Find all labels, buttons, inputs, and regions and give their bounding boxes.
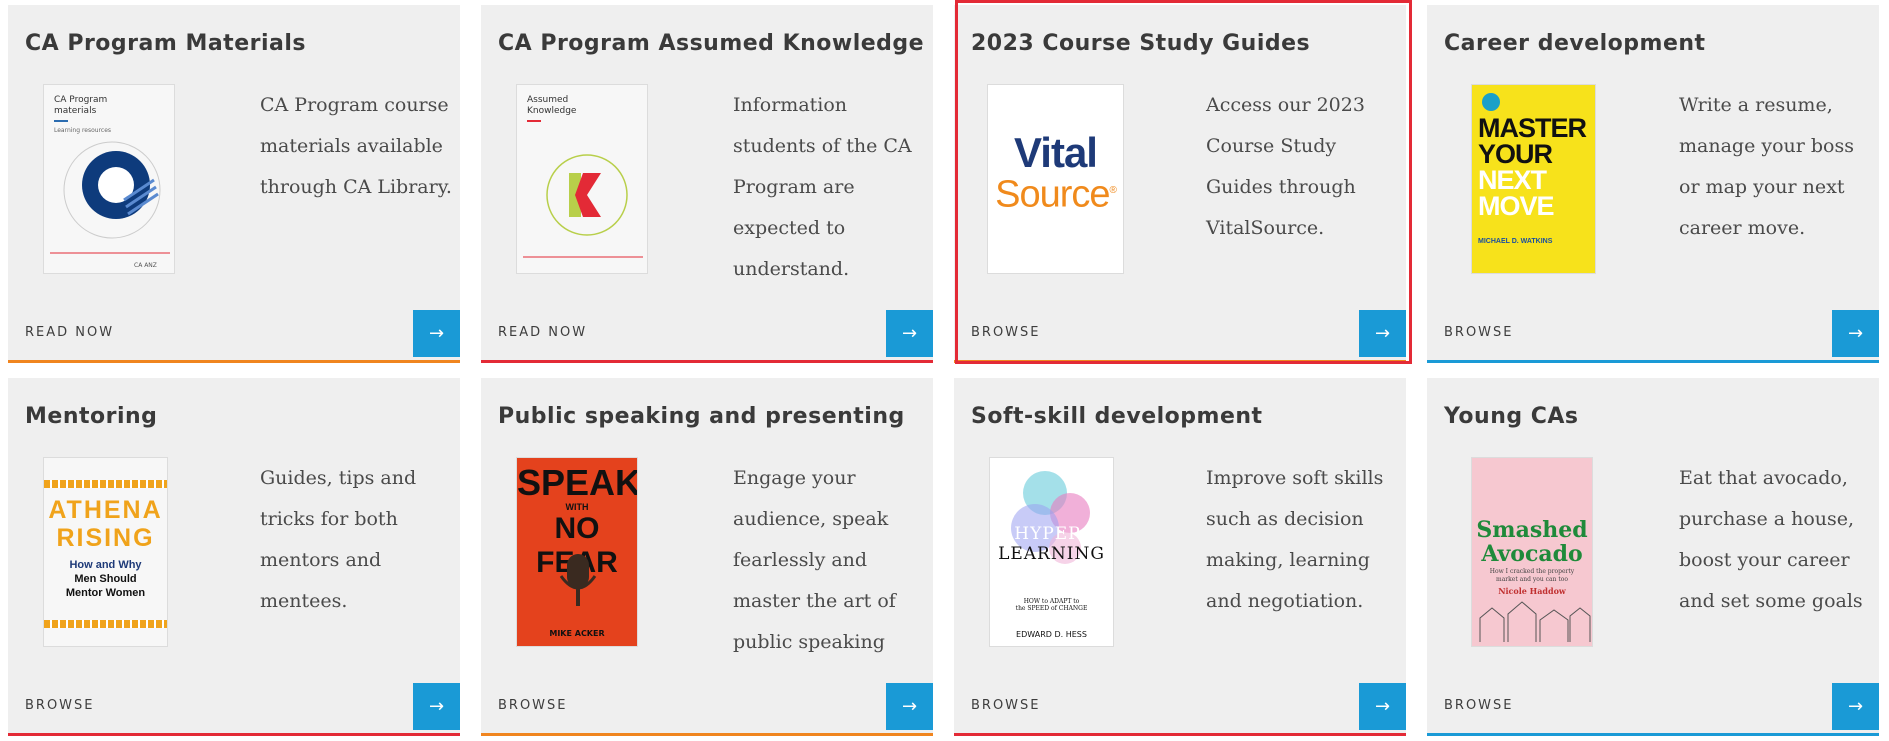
- greek-key-border: [44, 620, 167, 628]
- card-title[interactable]: CA Program Assumed Knowledge: [498, 31, 924, 56]
- card-arrow-button[interactable]: →: [1359, 310, 1406, 357]
- card-description: Eat that avocado, purchase a house, boos…: [1679, 467, 1863, 612]
- card-thumbnail[interactable]: Vital Source®: [987, 84, 1124, 274]
- houses-illustration: [1479, 601, 1591, 642]
- vitalsource-logo: Vital Source®: [995, 129, 1117, 216]
- card-thumbnail[interactable]: MASTER YOUR NEXT MOVE MICHAEL D. WATKINS: [1471, 84, 1596, 274]
- card-description: CA Program course materials available th…: [260, 94, 452, 198]
- card-description: Write a resume, manage your boss or map …: [1679, 94, 1854, 239]
- card-thumbnail[interactable]: HYPER- LEARNING HOW to ADAPT to the SPEE…: [989, 457, 1114, 647]
- card-accent-bar: [481, 360, 933, 363]
- arrow-right-icon: →: [1374, 696, 1391, 717]
- card-thumbnail[interactable]: Smashed Avocado How I cracked the proper…: [1471, 457, 1593, 647]
- card-accent-bar: [1427, 360, 1879, 363]
- card-title[interactable]: CA Program Materials: [25, 31, 306, 56]
- card-thumbnail[interactable]: CA Program materials Learning resources C…: [43, 84, 175, 274]
- arrow-right-icon: →: [428, 696, 445, 717]
- card-accent-bar: [954, 360, 1406, 363]
- card-title[interactable]: Young CAs: [1444, 404, 1579, 429]
- card-title[interactable]: Career development: [1444, 31, 1706, 56]
- card-cta-link[interactable]: BROWSE: [498, 698, 568, 713]
- card-cta-link[interactable]: BROWSE: [1444, 698, 1514, 713]
- arrow-right-icon: →: [1847, 696, 1864, 717]
- hyper-cover-text: HYPER- LEARNING HOW to ADAPT to the SPEE…: [998, 524, 1105, 639]
- card-thumbnail[interactable]: SPEAK WITH NO FEAR MIKE ACKER: [516, 457, 638, 647]
- book-author: MIKE ACKER: [549, 629, 605, 638]
- resource-card[interactable]: 2023 Course Study Guides Vital Source® A…: [954, 5, 1406, 363]
- greek-key-border: [44, 480, 167, 488]
- badge-icon: [1482, 93, 1500, 111]
- card-cta-link[interactable]: BROWSE: [971, 698, 1041, 713]
- arrow-right-icon: →: [901, 696, 918, 717]
- card-arrow-button[interactable]: →: [1359, 683, 1406, 730]
- card-cta-link[interactable]: BROWSE: [971, 325, 1041, 340]
- card-title[interactable]: Public speaking and presenting: [498, 404, 905, 429]
- card-cta-link[interactable]: BROWSE: [25, 698, 95, 713]
- master-move-cover-text: MASTER YOUR NEXT MOVE MICHAEL D. WATKINS: [1478, 113, 1587, 246]
- card-arrow-button[interactable]: →: [886, 310, 933, 357]
- card-title[interactable]: Mentoring: [25, 404, 157, 429]
- arrow-right-icon: →: [1374, 323, 1391, 344]
- card-arrow-button[interactable]: →: [413, 683, 460, 730]
- resource-card[interactable]: Young CAs Smashed Avocado How I cracked …: [1427, 378, 1879, 736]
- card-description: Engage your audience, speak fearlessly a…: [733, 467, 896, 653]
- arrow-right-icon: →: [428, 323, 445, 344]
- resource-card[interactable]: Career development MASTER YOUR NEXT MOVE…: [1427, 5, 1879, 363]
- card-thumbnail[interactable]: ATHENA RISING How and Why Men Should Men…: [43, 457, 168, 647]
- card-accent-bar: [8, 360, 460, 363]
- card-accent-bar: [8, 733, 460, 736]
- card-title[interactable]: Soft-skill development: [971, 404, 1263, 429]
- card-description: Access our 2023 Course Study Guides thro…: [1206, 94, 1365, 239]
- card-cta-link[interactable]: BROWSE: [1444, 325, 1514, 340]
- card-arrow-button[interactable]: →: [1832, 683, 1879, 730]
- athena-cover-text: ATHENA RISING How and Why Men Should Men…: [48, 496, 163, 599]
- resource-card[interactable]: CA Program Assumed Knowledge Assumed Know…: [481, 5, 933, 363]
- card-description: Information students of the CA Program a…: [733, 94, 912, 280]
- card-accent-bar: [481, 733, 933, 736]
- card-description: Guides, tips and tricks for both mentors…: [260, 467, 417, 612]
- card-thumbnail[interactable]: Assumed Knowledge: [516, 84, 648, 274]
- arrow-right-icon: →: [901, 323, 918, 344]
- assumed-knowledge-cover-art: [523, 154, 643, 258]
- card-accent-bar: [954, 733, 1406, 736]
- resource-card[interactable]: Mentoring ATHENA RISING How and Why Men …: [8, 378, 460, 736]
- card-arrow-button[interactable]: →: [413, 310, 460, 357]
- resource-card[interactable]: CA Program Materials CA Program materials…: [8, 5, 460, 363]
- card-cta-link[interactable]: READ NOW: [498, 325, 587, 340]
- resource-card[interactable]: Public speaking and presenting SPEAK WIT…: [481, 378, 933, 736]
- ca-materials-cover-art: CA ANZ: [50, 141, 170, 269]
- card-arrow-button[interactable]: →: [1832, 310, 1879, 357]
- microphone-icon: [559, 554, 597, 606]
- resource-card[interactable]: Soft-skill development HYPER- LEARNING H…: [954, 378, 1406, 736]
- arrow-right-icon: →: [1847, 323, 1864, 344]
- card-cta-link[interactable]: READ NOW: [25, 325, 114, 340]
- card-arrow-button[interactable]: →: [886, 683, 933, 730]
- card-description: Improve soft skills such as decision mak…: [1206, 467, 1384, 612]
- card-title[interactable]: 2023 Course Study Guides: [971, 31, 1310, 56]
- svg-text:CA ANZ: CA ANZ: [134, 262, 157, 269]
- card-accent-bar: [1427, 733, 1879, 736]
